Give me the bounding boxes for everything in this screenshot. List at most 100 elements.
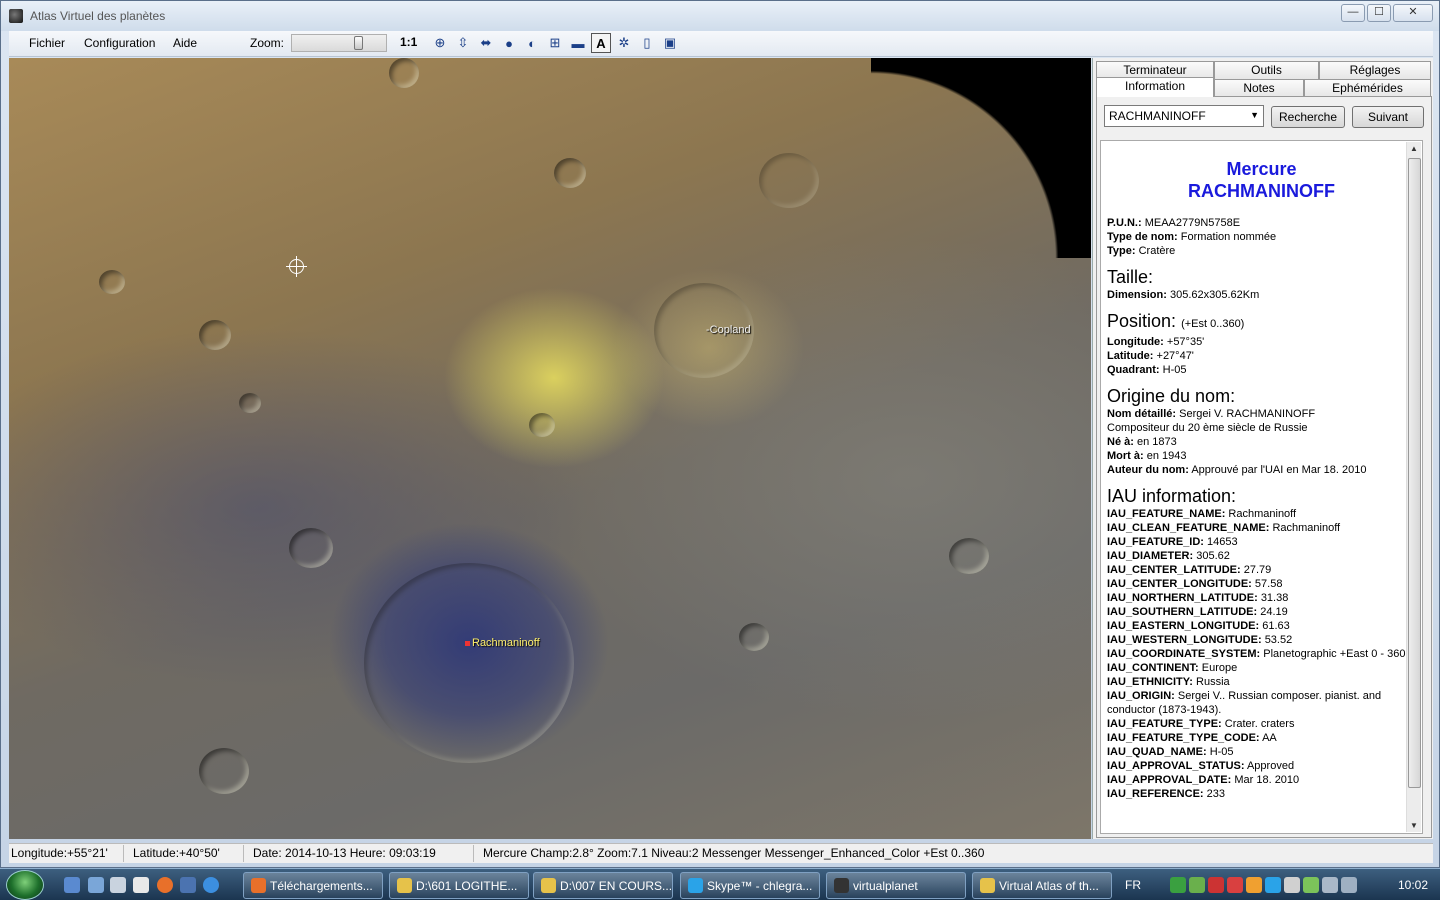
- taskbar-button-label: D:\601 LOGITHE...: [416, 879, 518, 893]
- detail-label: Nom détaillé:: [1107, 408, 1177, 420]
- iau-row: IAU_WESTERN_LONGITUDE: 53.52: [1107, 633, 1422, 647]
- zoom-reset-button[interactable]: 1:1: [400, 35, 417, 49]
- info-scrollbar[interactable]: ▲ ▼: [1406, 142, 1421, 832]
- menu-bar: Fichier Configuration Aide Zoom: 1:1 ⊕ ⇳ ⬌…: [9, 31, 1433, 57]
- tab-reglages[interactable]: Réglages: [1319, 61, 1431, 79]
- volume-icon[interactable]: [1341, 877, 1357, 893]
- settings-icon[interactable]: ✲: [614, 33, 634, 53]
- start-button[interactable]: [6, 870, 44, 900]
- map-view[interactable]: -Copland Rachmaninoff: [9, 58, 1091, 839]
- iau-key: IAU_FEATURE_NAME:: [1107, 508, 1226, 520]
- notepad-icon[interactable]: [133, 877, 149, 893]
- info-pane[interactable]: Mercure RACHMANINOFF P.U.N.: MEAA2779N57…: [1100, 140, 1423, 834]
- taskbar-app-icon: [251, 878, 266, 893]
- ruler-icon[interactable]: ▬: [568, 33, 588, 53]
- taskbar-button[interactable]: Skype™ - chlegra...: [680, 872, 820, 899]
- map-label-copland[interactable]: -Copland: [706, 324, 751, 336]
- app-icon: [9, 9, 23, 23]
- iau-key: IAU_DIAMETER:: [1107, 550, 1194, 562]
- feature-select[interactable]: RACHMANINOFF ▼: [1104, 105, 1264, 127]
- type-value: Cratère: [1138, 245, 1176, 257]
- calculator-icon[interactable]: [110, 877, 126, 893]
- flip-horizontal-icon[interactable]: ⬌: [476, 33, 496, 53]
- menu-help[interactable]: Aide: [173, 36, 197, 50]
- taskbar-app-icon: [397, 878, 412, 893]
- next-button[interactable]: Suivant: [1352, 106, 1424, 128]
- minimize-button[interactable]: —: [1341, 4, 1365, 22]
- status-divider: [473, 845, 474, 862]
- taskbar-button[interactable]: D:\601 LOGITHE...: [389, 872, 529, 899]
- iau-row: IAU_APPROVAL_DATE: Mar 18. 2010: [1107, 773, 1422, 787]
- iau-value: Mar 18. 2010: [1234, 774, 1300, 786]
- longitude-value: +57°35': [1166, 336, 1205, 348]
- planet-icon[interactable]: ●: [499, 33, 519, 53]
- author-value: Approuvé par l'UAI en Mar 18. 2010: [1191, 464, 1367, 476]
- terminator-icon[interactable]: ◐: [522, 33, 542, 53]
- tray-app-icon[interactable]: [1284, 877, 1300, 893]
- globe-grid-icon[interactable]: ⊕: [430, 33, 450, 53]
- iau-value: Europe: [1201, 662, 1238, 674]
- language-indicator[interactable]: FR: [1125, 878, 1141, 892]
- grid-globe-icon[interactable]: ⊞: [545, 33, 565, 53]
- labels-icon[interactable]: A: [591, 33, 611, 53]
- position-header: Position: (+Est 0..360): [1107, 310, 1422, 335]
- crater: [389, 58, 419, 88]
- tab-outils[interactable]: Outils: [1214, 61, 1319, 79]
- search-button[interactable]: Recherche: [1271, 106, 1345, 128]
- iau-value: 61.63: [1262, 620, 1290, 632]
- computer-icon[interactable]: [180, 877, 196, 893]
- show-desktop-icon[interactable]: [64, 877, 80, 893]
- tray-app-icon[interactable]: [1303, 877, 1319, 893]
- typename-label: Type de nom:: [1107, 231, 1178, 243]
- iau-row: IAU_FEATURE_NAME: Rachmaninoff: [1107, 507, 1422, 521]
- flip-vertical-icon[interactable]: ⇳: [453, 33, 473, 53]
- born-label: Né à:: [1107, 436, 1134, 448]
- scroll-thumb[interactable]: [1408, 158, 1421, 788]
- taskbar-button[interactable]: virtualplanet: [826, 872, 966, 899]
- iau-key: IAU_QUAD_NAME:: [1107, 746, 1207, 758]
- tray-app-icon[interactable]: [1208, 877, 1224, 893]
- taskbar-button[interactable]: Virtual Atlas of th...: [972, 872, 1112, 899]
- tab-notes[interactable]: Notes: [1214, 79, 1304, 97]
- close-button[interactable]: ✕: [1393, 4, 1433, 22]
- firefox-icon[interactable]: [157, 877, 173, 893]
- zoom-slider[interactable]: [291, 34, 387, 52]
- iau-value: 27.79: [1243, 564, 1272, 576]
- map-label-rachmaninoff[interactable]: Rachmaninoff: [472, 637, 540, 649]
- tray-app-icon[interactable]: [1170, 877, 1186, 893]
- tray-app-icon[interactable]: [1265, 877, 1281, 893]
- page-icon[interactable]: ▯: [637, 33, 657, 53]
- title-bar[interactable]: Atlas Virtuel des planètes — ☐ ✕: [1, 1, 1439, 31]
- scroll-down-icon[interactable]: ▼: [1410, 821, 1418, 830]
- scroll-up-icon[interactable]: ▲: [1410, 144, 1418, 153]
- tab-ephemerides[interactable]: Ephémérides: [1304, 79, 1431, 97]
- position-header-text: Position:: [1107, 311, 1177, 331]
- crater: [739, 623, 769, 651]
- taskbar-button-label: Virtual Atlas of th...: [999, 879, 1099, 893]
- zoom-slider-thumb[interactable]: [354, 36, 363, 50]
- taskbar-button[interactable]: Téléchargements...: [243, 872, 383, 899]
- iau-row: IAU_ORIGIN: Sergei V.. Russian composer.…: [1107, 689, 1422, 717]
- tab-information[interactable]: Information: [1096, 77, 1214, 97]
- network-icon[interactable]: [1322, 877, 1338, 893]
- zoom-label: Zoom:: [250, 36, 285, 50]
- menu-configuration[interactable]: Configuration: [84, 36, 155, 50]
- iau-key: IAU_APPROVAL_DATE:: [1107, 774, 1232, 786]
- iau-value: 24.19: [1260, 606, 1288, 618]
- screen-icon[interactable]: ▣: [660, 33, 680, 53]
- taskbar-button[interactable]: D:\007 EN COURS...: [533, 872, 673, 899]
- menu-file[interactable]: Fichier: [29, 36, 65, 50]
- clock[interactable]: 10:02: [1398, 878, 1428, 892]
- info-details: P.U.N.: MEAA2779N5758E Type de nom: Form…: [1101, 216, 1422, 801]
- tray-app-icon[interactable]: [1246, 877, 1262, 893]
- internet-explorer-icon[interactable]: [203, 877, 219, 893]
- iau-key: IAU_COORDINATE_SYSTEM:: [1107, 648, 1261, 660]
- quadrant-label: Quadrant:: [1107, 364, 1160, 376]
- iau-value: 53.52: [1264, 634, 1293, 646]
- crater: [554, 158, 586, 188]
- window-switch-icon[interactable]: [88, 877, 104, 893]
- maximize-button[interactable]: ☐: [1367, 4, 1391, 22]
- tray-app-icon[interactable]: [1189, 877, 1205, 893]
- tray-app-icon[interactable]: [1227, 877, 1243, 893]
- longitude-label: Longitude:: [1107, 336, 1164, 348]
